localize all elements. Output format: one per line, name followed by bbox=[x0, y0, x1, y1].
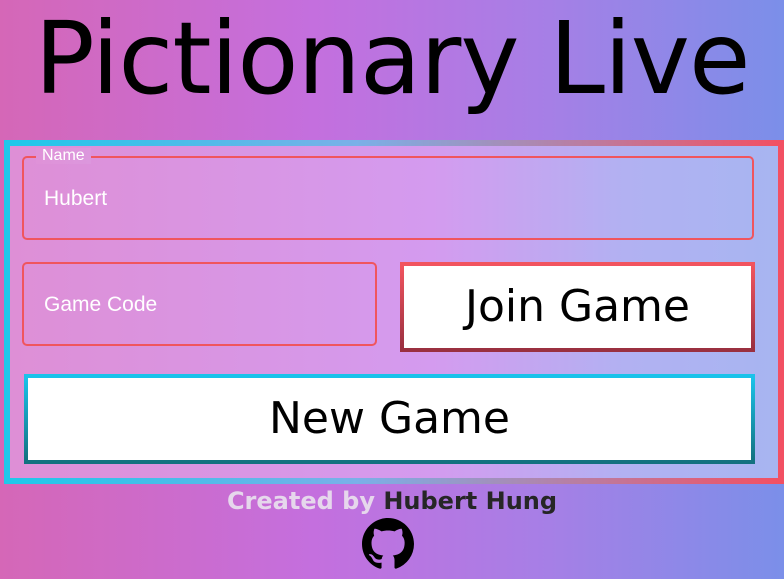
name-input[interactable] bbox=[44, 184, 724, 214]
author-name: Hubert Hung bbox=[383, 487, 558, 515]
created-by-label: Created by bbox=[226, 487, 375, 515]
page-title: Pictionary Live bbox=[34, 0, 751, 117]
game-code-field[interactable] bbox=[22, 262, 377, 346]
github-icon[interactable] bbox=[362, 518, 414, 570]
name-field[interactable]: Name bbox=[22, 148, 754, 240]
new-game-button[interactable]: New Game bbox=[24, 374, 755, 464]
name-field-label: Name bbox=[36, 148, 91, 164]
game-code-input[interactable] bbox=[44, 290, 364, 320]
lobby-card: Name Join Game New Game bbox=[4, 140, 784, 484]
join-game-button[interactable]: Join Game bbox=[400, 262, 755, 352]
footer-credit: Created by Hubert Hung bbox=[0, 486, 784, 516]
